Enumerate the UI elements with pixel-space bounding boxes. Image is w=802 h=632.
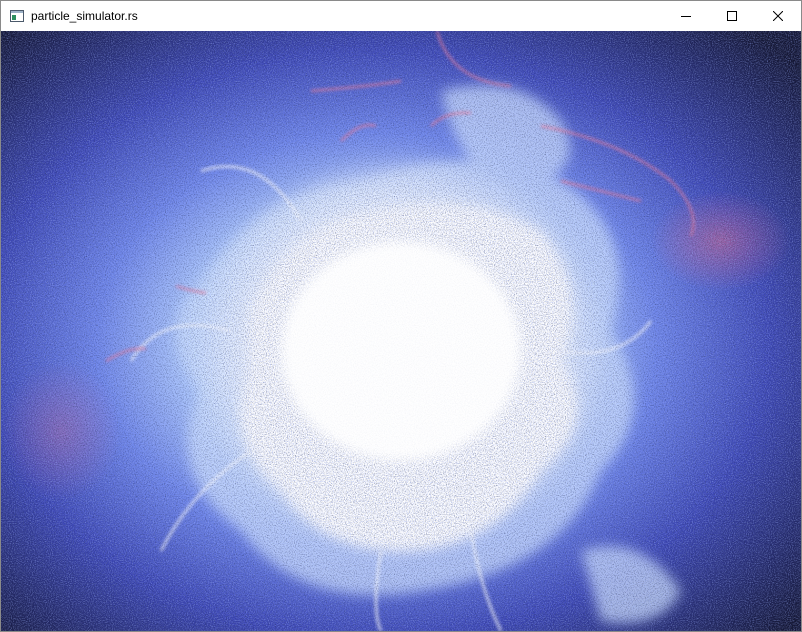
particle-burst-render — [1, 31, 801, 631]
minimize-button[interactable] — [663, 1, 709, 31]
window-title: particle_simulator.rs — [31, 9, 138, 23]
simulation-canvas[interactable] — [1, 31, 801, 631]
window-app-icon — [10, 10, 24, 22]
close-icon — [773, 11, 783, 21]
title-bar[interactable]: particle_simulator.rs — [1, 1, 801, 31]
maximize-icon — [727, 11, 737, 21]
close-button[interactable] — [755, 1, 801, 31]
minimize-icon — [681, 16, 691, 17]
maximize-button[interactable] — [709, 1, 755, 31]
window-controls — [663, 1, 801, 31]
app-window: particle_simulator.rs — [0, 0, 802, 632]
